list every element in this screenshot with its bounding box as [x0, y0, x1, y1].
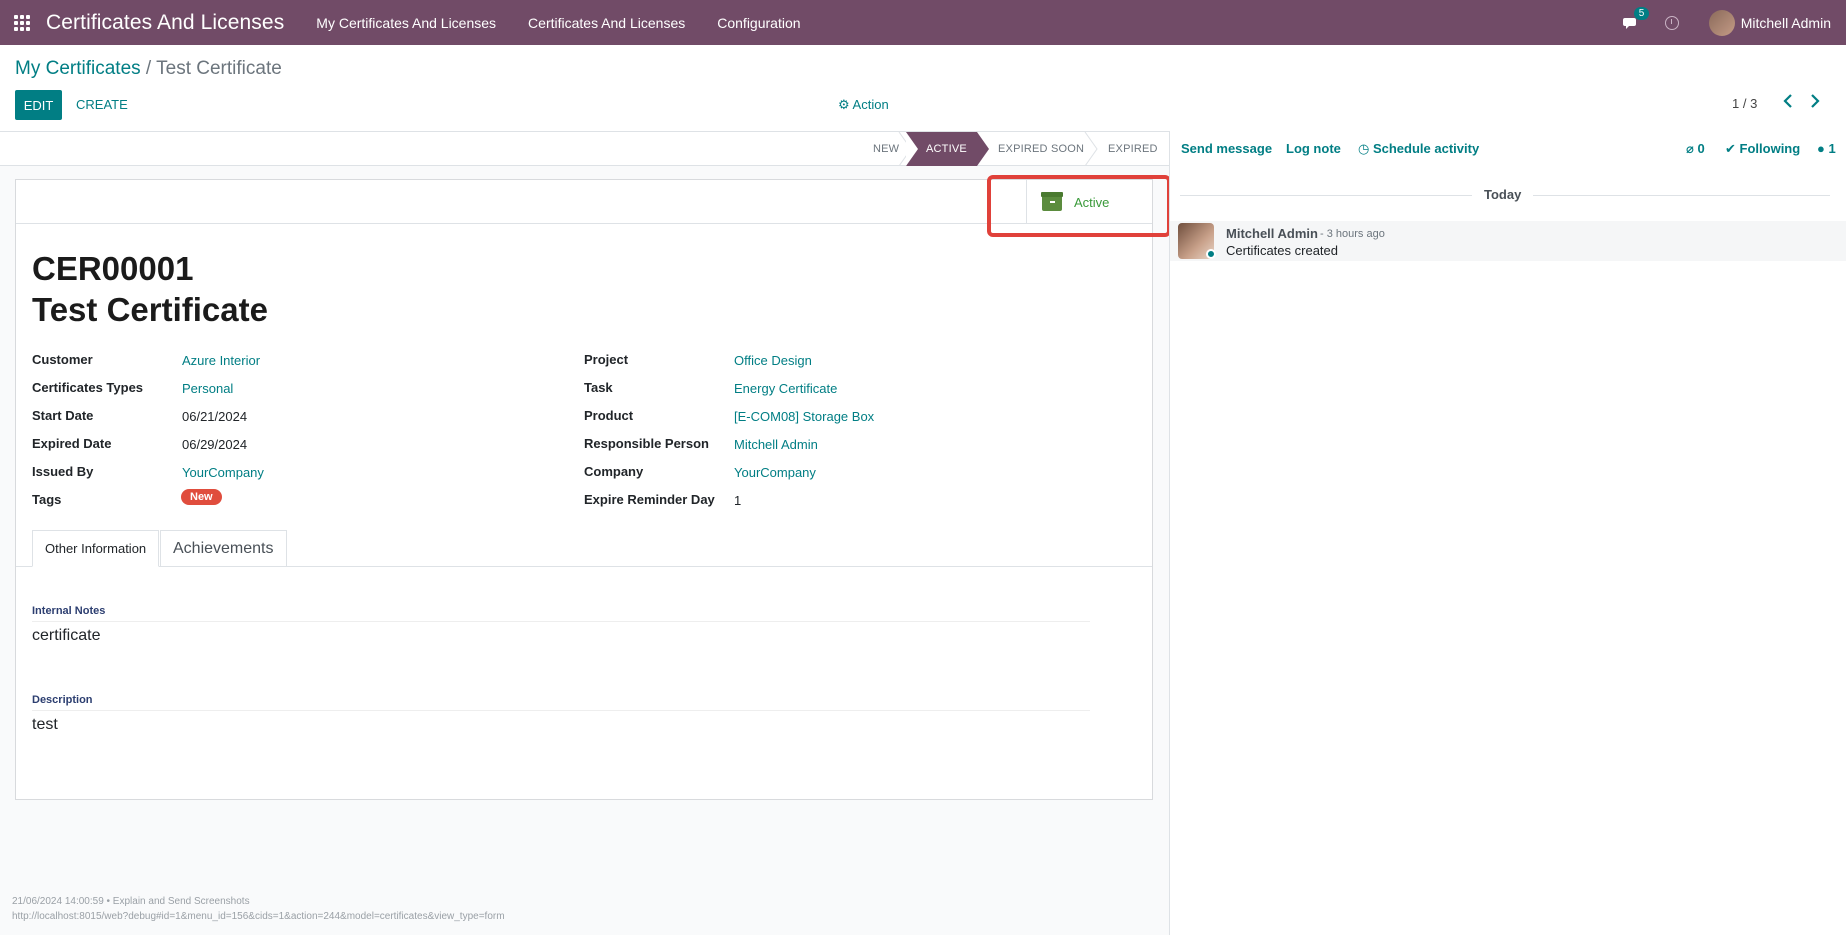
tag-badge[interactable]: New	[181, 489, 222, 505]
label-start-date: Start Date	[32, 408, 94, 423]
edit-button[interactable]: EDIT	[15, 90, 62, 120]
debug-url: http://localhost:8015/web?debug#id=1&men…	[12, 911, 505, 922]
message-body: Certificates created	[1226, 243, 1338, 258]
pager-value[interactable]: 1 / 3	[1732, 96, 1757, 111]
paperclip-icon: ⌀	[1686, 141, 1694, 156]
stage-expired-soon[interactable]: EXPIRED SOON	[998, 132, 1084, 166]
record-name: Test Certificate	[32, 291, 268, 328]
stage-expired[interactable]: EXPIRED	[1108, 132, 1158, 166]
user-avatar[interactable]	[1708, 9, 1735, 36]
clock-icon: ◷	[1358, 141, 1370, 156]
description-value[interactable]: test	[32, 716, 58, 734]
action-button[interactable]: ⚙ Action	[838, 97, 889, 113]
user-icon: ●	[1817, 141, 1825, 156]
stage-separator-icon	[1084, 132, 1098, 166]
value-issued-by[interactable]: YourCompany	[182, 465, 264, 480]
label-company: Company	[584, 464, 644, 479]
record-reference: CER00001	[32, 250, 194, 287]
button-box: Active	[16, 180, 1152, 224]
description-label: Description	[32, 694, 93, 706]
online-status-icon	[1206, 249, 1216, 259]
breadcrumb-parent[interactable]: My Certificates	[15, 58, 141, 79]
tab-achievements[interactable]: Achievements	[160, 530, 287, 567]
pager-next-icon[interactable]	[1810, 94, 1820, 111]
status-bar: NEW ACTIVE EXPIRED SOON EXPIRED	[0, 132, 1169, 166]
chatter-message: Mitchell Admin - 3 hours ago Certificate…	[1170, 221, 1846, 261]
schedule-activity-button[interactable]: ◷ Schedule activity	[1358, 141, 1479, 157]
form-sheet: Active CER00001 Test Certificate Custome…	[15, 179, 1153, 800]
notebook-tabs: Other Information Achievements	[16, 530, 1152, 567]
label-product: Product	[584, 408, 634, 423]
stage-active[interactable]: ACTIVE	[906, 132, 989, 166]
label-issued-by: Issued By	[32, 464, 94, 479]
date-separator: Today	[1472, 187, 1534, 202]
value-expired-date: 06/29/2024	[182, 437, 248, 452]
highlight-annotation	[987, 175, 1171, 237]
value-expire-reminder: 1	[734, 493, 742, 508]
breadcrumb-separator: /	[145, 58, 152, 79]
top-navbar: Certificates And Licenses My Certificate…	[0, 0, 1846, 45]
following-button[interactable]: ✔ Following	[1725, 141, 1800, 157]
chat-count-badge: 5	[1633, 6, 1650, 20]
create-button[interactable]: CREATE	[76, 97, 128, 112]
apps-menu-icon[interactable]	[14, 14, 32, 32]
menu-configuration[interactable]: Configuration	[717, 15, 800, 31]
pager-previous-icon[interactable]	[1783, 94, 1793, 111]
chat-icon[interactable]: 5	[1622, 6, 1650, 33]
value-project[interactable]: Office Design	[734, 353, 812, 368]
log-note-button[interactable]: Log note	[1286, 141, 1341, 156]
followers-button[interactable]: ● 1	[1817, 141, 1836, 156]
label-certificate-type: Certificates Types	[32, 380, 144, 395]
followers-count: 1	[1828, 141, 1836, 156]
internal-notes-label: Internal Notes	[32, 605, 106, 617]
menu-certificates[interactable]: Certificates And Licenses	[528, 15, 685, 31]
label-customer: Customer	[32, 352, 93, 367]
value-customer[interactable]: Azure Interior	[182, 353, 260, 368]
message-author[interactable]: Mitchell Admin	[1226, 226, 1318, 241]
label-task: Task	[584, 380, 613, 395]
activity-clock-icon[interactable]	[1664, 15, 1679, 30]
menu-my-certificates[interactable]: My Certificates And Licenses	[316, 15, 496, 31]
attachment-count: 0	[1697, 141, 1705, 156]
value-product[interactable]: [E-COM08] Storage Box	[734, 409, 874, 424]
chatter-panel: Send message Log note ◷ Schedule activit…	[1169, 131, 1846, 935]
breadcrumb-current: Test Certificate	[156, 58, 282, 79]
app-brand[interactable]: Certificates And Licenses	[46, 11, 284, 35]
debug-timestamp: 21/06/2024 14:00:59 • Explain and Send S…	[12, 896, 250, 907]
value-certificate-type[interactable]: Personal	[182, 381, 233, 396]
user-name[interactable]: Mitchell Admin	[1741, 15, 1831, 31]
internal-notes-value[interactable]: certificate	[32, 627, 100, 645]
label-responsible: Responsible Person	[584, 436, 709, 451]
divider	[32, 621, 1090, 622]
value-responsible[interactable]: Mitchell Admin	[734, 437, 818, 452]
breadcrumb: My Certificates / Test Certificate	[15, 58, 282, 80]
tab-other-information[interactable]: Other Information	[32, 530, 160, 567]
following-label: Following	[1739, 141, 1801, 156]
schedule-activity-label: Schedule activity	[1372, 141, 1480, 156]
label-project: Project	[584, 352, 629, 367]
label-expire-reminder: Expire Reminder Day	[584, 492, 715, 507]
check-icon: ✔	[1725, 141, 1736, 156]
divider	[32, 710, 1090, 711]
send-message-button[interactable]: Send message	[1181, 141, 1272, 156]
label-tags: Tags	[32, 492, 62, 507]
attachments-button[interactable]: ⌀ 0	[1686, 141, 1705, 157]
value-task[interactable]: Energy Certificate	[734, 381, 837, 396]
stage-new[interactable]: NEW	[873, 132, 899, 166]
value-start-date: 06/21/2024	[182, 409, 248, 424]
value-company[interactable]: YourCompany	[734, 465, 816, 480]
form-area: NEW ACTIVE EXPIRED SOON EXPIRED Active C…	[0, 131, 1169, 935]
label-expired-date: Expired Date	[32, 436, 112, 451]
message-time: - 3 hours ago	[1320, 228, 1385, 240]
